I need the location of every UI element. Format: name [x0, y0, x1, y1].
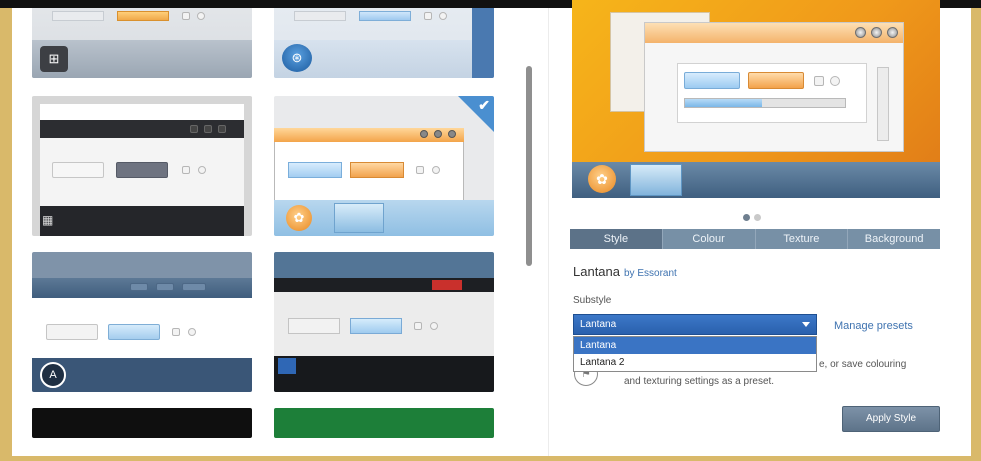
panel-divider [548, 8, 549, 456]
style-tile-3[interactable]: ▦ [32, 96, 252, 236]
preview-scrollbar [877, 67, 889, 141]
flower-orb-icon: ✿ [588, 165, 616, 193]
substyle-option[interactable]: Lantana [574, 337, 816, 354]
thumbnail-button [46, 324, 98, 340]
substyle-select[interactable]: Lantana [573, 314, 817, 335]
style-gallery: ⊞ ⊛ ▦ ✿ ✔ A [12, 8, 532, 456]
thumbnail-taskbar [274, 356, 494, 392]
thumbnail-button [288, 318, 340, 334]
thumbnail-taskbar: ▦ [40, 206, 244, 236]
maximize-icon [156, 283, 174, 291]
preview-pager [743, 208, 765, 226]
preview-button [684, 72, 740, 89]
maximize-icon [871, 27, 882, 38]
tab-style[interactable]: Style [570, 229, 663, 249]
style-preview: ✿ [572, 0, 940, 198]
style-name: Lantana [573, 264, 620, 279]
preset-hint-line1: e, or save colouring [819, 359, 907, 370]
thumbnail-radio [430, 322, 438, 330]
checkmark-icon: ✔ [478, 97, 490, 113]
start-orb-icon: ⊛ [282, 44, 312, 72]
thumbnail-button [52, 11, 104, 21]
window-frame-right [971, 0, 981, 461]
preset-hint-line2: and texturing settings as a preset. [624, 376, 775, 387]
start-icon [278, 358, 296, 374]
preview-checkbox [814, 76, 824, 86]
style-tile-lantana[interactable]: ✿ ✔ [274, 96, 494, 236]
preview-button [748, 72, 804, 89]
thumbnail-button [350, 318, 402, 334]
windows-logo-icon: ⊞ [40, 46, 68, 72]
thumbnail-radio [432, 166, 440, 174]
thumbnail-button [116, 162, 168, 178]
flower-orb-icon: ✿ [286, 205, 312, 231]
thumbnail-window-edge [472, 8, 494, 78]
preview-taskbar [572, 162, 940, 198]
substyle-label: Substyle [573, 295, 612, 306]
preview-radio [830, 76, 840, 86]
thumbnail-button [350, 162, 404, 178]
apply-style-button[interactable]: Apply Style [842, 406, 940, 432]
preview-task-button [630, 164, 682, 196]
close-icon [887, 27, 898, 38]
pager-dot[interactable] [754, 214, 761, 221]
style-author-link[interactable]: by Essorant [624, 268, 677, 279]
thumbnail-radio [439, 12, 447, 20]
thumbnail-radio [198, 166, 206, 174]
thumbnail-control [434, 130, 442, 138]
settings-tabs: Style Colour Texture Background [570, 229, 940, 249]
tab-colour[interactable]: Colour [663, 229, 756, 249]
preview-content [677, 63, 867, 123]
manage-presets-link[interactable]: Manage presets [834, 320, 913, 332]
thumbnail-checkbox [424, 12, 432, 20]
style-tile-2[interactable]: ⊛ [274, 8, 494, 78]
style-tile-1[interactable]: ⊞ [32, 8, 252, 78]
style-title: Lantana by Essorant [573, 264, 677, 279]
grid-icon: ▦ [42, 213, 54, 227]
window-frame-bottom [0, 456, 981, 461]
thumbnail-checkbox [182, 12, 190, 20]
thumbnail-checkbox [416, 166, 424, 174]
thumbnail-button [52, 162, 104, 178]
thumbnail-button [359, 11, 411, 21]
window-frame-left [0, 0, 12, 461]
thumbnail-task-button [334, 203, 384, 233]
thumbnail-button [117, 11, 169, 21]
thumbnail-control [218, 125, 226, 133]
style-tile-7[interactable] [32, 408, 252, 438]
style-tile-6[interactable] [274, 252, 494, 392]
preview-window [644, 22, 904, 152]
preview-progress-fill [685, 99, 762, 107]
style-tile-5[interactable]: A [32, 252, 252, 392]
thumbnail-radio [197, 12, 205, 20]
thumbnail-checkbox [414, 322, 422, 330]
style-tile-8[interactable] [274, 408, 494, 438]
thumbnail-titlebar [40, 120, 244, 138]
thumbnail-button [108, 324, 160, 340]
substyle-selected-value: Lantana [580, 319, 617, 330]
substyle-option[interactable]: Lantana 2 [574, 354, 816, 371]
minimize-icon [855, 27, 866, 38]
thumbnail-control [448, 130, 456, 138]
thumbnail-checkbox [182, 166, 190, 174]
thumbnail-control [190, 125, 198, 133]
tab-texture[interactable]: Texture [756, 229, 849, 249]
thumbnail-control [420, 130, 428, 138]
substyle-dropdown-list: Lantana Lantana 2 [573, 336, 817, 372]
gallery-scrollbar-thumb[interactable] [526, 66, 532, 266]
thumbnail-checkbox [172, 328, 180, 336]
tab-background[interactable]: Background [848, 229, 940, 249]
thumbnail-control [204, 125, 212, 133]
app-logo-icon: A [40, 362, 66, 388]
close-icon [432, 280, 462, 290]
thumbnail-button [288, 162, 342, 178]
minimize-icon [130, 283, 148, 291]
preview-progress-bar [684, 98, 846, 108]
chevron-down-icon [802, 322, 810, 327]
thumbnail-button [294, 11, 346, 21]
pager-dot[interactable] [743, 214, 750, 221]
thumbnail-radio [188, 328, 196, 336]
close-icon [182, 283, 206, 291]
